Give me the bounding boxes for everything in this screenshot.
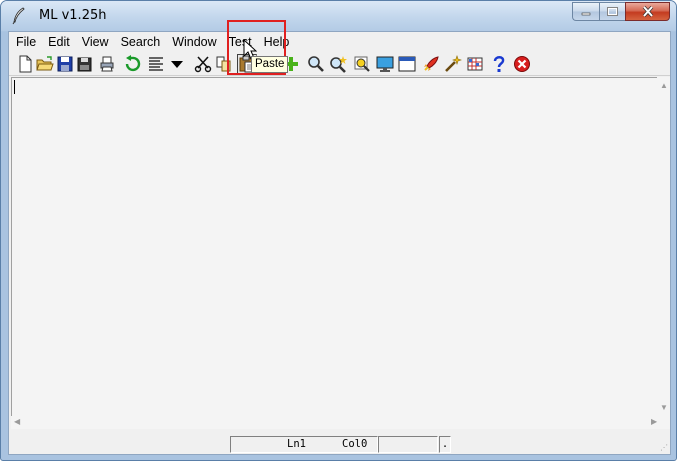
triangle-down-icon (171, 61, 183, 68)
find-icon (308, 56, 324, 72)
open-folder-icon (36, 56, 54, 71)
undo-button[interactable] (122, 54, 142, 74)
toolbar (9, 52, 670, 76)
monitor-icon (376, 56, 394, 72)
rocket-icon (424, 56, 439, 71)
dropdown-button[interactable] (167, 54, 187, 74)
scroll-up-icon[interactable]: ▲ (660, 82, 668, 90)
minimize-icon (581, 12, 591, 15)
save-button[interactable] (55, 54, 75, 74)
menu-search[interactable]: Search (115, 32, 167, 51)
paste-tooltip: Paste (251, 56, 289, 73)
open-button[interactable] (35, 54, 55, 74)
find-button[interactable] (306, 54, 326, 74)
save-all-icon (77, 57, 92, 72)
help-button[interactable] (489, 54, 509, 74)
copy-icon (216, 56, 231, 72)
window-title: ML v1.25h (39, 8, 107, 23)
save-all-button[interactable] (75, 54, 95, 74)
window-controls (572, 2, 670, 22)
grid-button[interactable] (465, 54, 485, 74)
save-icon (57, 56, 73, 72)
print-icon (100, 56, 114, 72)
question-icon (493, 56, 505, 72)
text-editor[interactable] (11, 77, 657, 429)
exit-button[interactable] (512, 54, 532, 74)
column-number: Col0 (342, 438, 368, 450)
menu-bar: File Edit View Search Window Test Help (9, 32, 670, 51)
menu-view[interactable]: View (76, 32, 115, 51)
status-bar: Ln1 Col0 . ⋰ (9, 432, 670, 454)
client-area: File Edit View Search Window Test Help ▲… (8, 31, 671, 455)
undo-icon (125, 55, 141, 72)
feather-pen-icon (12, 7, 25, 25)
resize-grip-icon[interactable]: ⋰ (660, 443, 668, 452)
print-button[interactable] (97, 54, 117, 74)
text-lines-icon (149, 57, 163, 71)
maximize-icon (607, 7, 618, 16)
menu-help[interactable]: Help (258, 32, 296, 51)
scissors-icon (194, 56, 212, 73)
find-next-icon (330, 56, 347, 73)
status-field-dot: . (439, 436, 451, 453)
vertical-scrollbar[interactable]: ▲ ▼ (657, 77, 670, 429)
window-icon (398, 56, 416, 72)
find-next-button[interactable] (328, 54, 348, 74)
run-button[interactable] (421, 54, 441, 74)
new-file-icon (19, 55, 32, 73)
magic-wand-icon (445, 55, 462, 72)
menu-window[interactable]: Window (166, 32, 222, 51)
stop-icon (514, 56, 530, 72)
copy-button[interactable] (214, 54, 234, 74)
highlight-button[interactable] (352, 54, 372, 74)
text-caret (14, 80, 15, 94)
menu-edit[interactable]: Edit (42, 32, 76, 51)
title-bar[interactable]: ML v1.25h (1, 1, 676, 31)
highlight-icon (354, 56, 370, 72)
new-button[interactable] (15, 54, 35, 74)
format-button[interactable] (146, 54, 166, 74)
status-field-blank (378, 436, 438, 453)
scroll-left-icon[interactable]: ◀ (14, 418, 20, 426)
wand-button[interactable] (443, 54, 463, 74)
menu-file[interactable]: File (9, 32, 42, 51)
cut-button[interactable] (193, 54, 213, 74)
scroll-right-icon[interactable]: ▶ (651, 418, 657, 426)
window-button[interactable] (397, 54, 417, 74)
close-icon (642, 6, 653, 17)
minimize-button[interactable] (572, 2, 599, 21)
display-button[interactable] (375, 54, 395, 74)
app-window: ML v1.25h File Edit View Search Window T… (0, 0, 677, 461)
scroll-down-icon[interactable]: ▼ (660, 404, 668, 412)
line-number: Ln1 (287, 438, 306, 450)
cursor-position-field: Ln1 Col0 (230, 436, 378, 453)
horizontal-scrollbar[interactable]: ◀ ▶ (11, 416, 657, 429)
grid-icon (467, 57, 483, 71)
close-button[interactable] (625, 2, 670, 21)
maximize-button[interactable] (599, 2, 625, 21)
